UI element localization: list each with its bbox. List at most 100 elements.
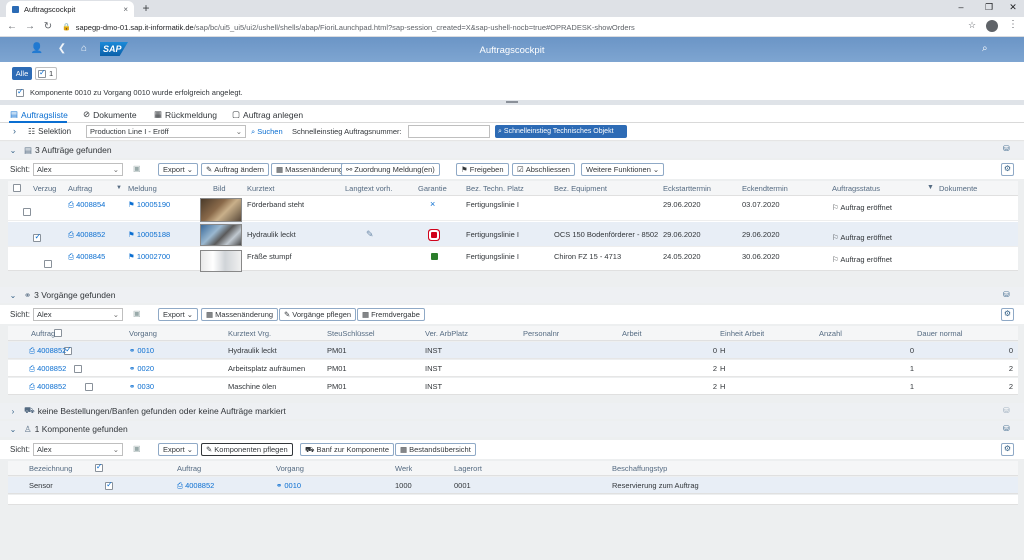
components-section-header[interactable]: ⌄ ♙ 1 Komponente gefunden: [0, 421, 1024, 437]
message-checkbox[interactable]: [16, 87, 24, 97]
table-settings-icon[interactable]: ⛁: [1003, 424, 1010, 433]
change-order-button[interactable]: ✎ Auftrag ändern: [201, 163, 269, 176]
operation-link[interactable]: ⚭ 0010: [276, 481, 301, 490]
col-meldung[interactable]: Meldung: [128, 184, 157, 193]
assign-notification-button[interactable]: ⚯ Zuordnung Meldung(en): [341, 163, 440, 176]
order-link[interactable]: ⎙ 4008852: [68, 230, 105, 240]
export-button[interactable]: Export ⌄: [158, 163, 198, 176]
tab-auftragsliste[interactable]: ▤ Auftragsliste: [10, 109, 68, 120]
hydraulic-thumbnail[interactable]: [200, 224, 242, 246]
select-all-checkbox[interactable]: [94, 462, 103, 472]
checked-filter-button[interactable]: 1: [35, 67, 57, 80]
save-view-icon[interactable]: ▣: [133, 164, 141, 173]
row-checkbox[interactable]: [74, 365, 83, 373]
collapse-chevron-icon[interactable]: ⌄: [6, 291, 20, 300]
operation-link[interactable]: ⚭ 0020: [129, 364, 154, 373]
collapse-chevron-icon[interactable]: ⌄: [6, 425, 20, 434]
col-auftrag[interactable]: Auftrag: [31, 329, 55, 338]
col-kurztext-vrg[interactable]: Kurztext Vrg.: [228, 329, 271, 338]
col-beschaffungstyp[interactable]: Beschaffungstyp: [612, 464, 667, 473]
mass-change-button[interactable]: ▦ Massenänderung: [201, 308, 279, 321]
bookmark-star-icon[interactable]: ☆: [968, 20, 976, 31]
mass-change-button[interactable]: ▦ Massenänderung: [271, 163, 349, 176]
selection-expand-icon[interactable]: ›: [13, 126, 16, 136]
gear-icon[interactable]: ⚙: [1001, 443, 1014, 456]
col-techn-platz[interactable]: Bez. Techn. Platz: [466, 184, 524, 193]
notification-link[interactable]: ⚑ 10005190: [128, 200, 170, 209]
subcontracting-button[interactable]: ▦ Fremdvergabe: [357, 308, 425, 321]
export-button[interactable]: Export ⌄: [158, 443, 198, 456]
row-checkbox[interactable]: [43, 260, 52, 268]
col-auftrag[interactable]: Auftrag: [68, 184, 92, 193]
col-vorgang[interactable]: Vorgang: [129, 329, 157, 338]
new-tab-button[interactable]: +: [140, 1, 152, 15]
row-checkbox[interactable]: [84, 383, 93, 391]
order-link[interactable]: ⎙ 4008852: [177, 481, 214, 491]
search-icon[interactable]: ⌕: [982, 43, 988, 54]
col-auftrag[interactable]: Auftrag: [177, 464, 201, 473]
col-bild[interactable]: Bild: [213, 184, 226, 193]
purchase-section-header[interactable]: › ⛟ keine Bestellungen/Banfen gefunden o…: [0, 403, 1024, 419]
operations-section-header[interactable]: ⌄ ⚭ 3 Vorgänge gefunden: [0, 287, 1024, 303]
col-dauer[interactable]: Dauer normal: [917, 329, 962, 338]
conveyor-thumbnail[interactable]: [200, 198, 242, 222]
notification-link[interactable]: ⚑ 10002700: [128, 252, 170, 261]
col-bezeichnung[interactable]: Bezeichnung: [29, 464, 72, 473]
export-button[interactable]: Export ⌄: [158, 308, 198, 321]
tab-dokumente[interactable]: ⊘ Dokumente: [83, 109, 137, 120]
col-steuschluessel[interactable]: SteuSchlüssel: [327, 329, 375, 338]
order-link[interactable]: ⎙ 4008852: [29, 346, 66, 356]
forward-arrow-icon[interactable]: →: [24, 21, 36, 32]
tab-auftrag-anlegen[interactable]: ▢ Auftrag anlegen: [232, 109, 303, 120]
col-lagerort[interactable]: Lagerort: [454, 464, 482, 473]
stock-overview-button[interactable]: ▦ Bestandsübersicht: [395, 443, 476, 456]
col-status[interactable]: Auftragsstatus: [832, 184, 880, 193]
col-verzug[interactable]: Verzug: [33, 184, 56, 193]
restore-window-button[interactable]: ❐: [982, 2, 996, 13]
order-link[interactable]: ⎙ 4008854: [68, 200, 105, 210]
col-werk[interactable]: Werk: [395, 464, 412, 473]
view-select[interactable]: Alex ⌄: [33, 308, 123, 321]
collapse-chevron-icon[interactable]: ⌄: [6, 146, 20, 155]
col-equipment[interactable]: Bez. Equipment: [554, 184, 607, 193]
notification-link[interactable]: ⚑ 10005188: [128, 230, 170, 239]
col-langtext[interactable]: Langtext vorh.: [345, 184, 393, 193]
col-dokumente[interactable]: Dokumente: [939, 184, 977, 193]
select-all-checkbox[interactable]: [13, 184, 21, 192]
table-row-selected[interactable]: [8, 477, 1018, 494]
purchase-req-button[interactable]: ⛟ Banf zur Komponente: [300, 443, 394, 456]
reload-icon[interactable]: ↻: [42, 21, 54, 32]
expand-chevron-icon[interactable]: ›: [6, 407, 20, 416]
maintain-components-button[interactable]: ✎ Komponenten pflegen: [201, 443, 293, 456]
save-view-icon[interactable]: ▣: [133, 444, 141, 453]
save-view-icon[interactable]: ▣: [133, 309, 141, 318]
view-select[interactable]: Alex ⌄: [33, 443, 123, 456]
operation-link[interactable]: ⚭ 0030: [129, 382, 154, 391]
view-select[interactable]: Alex ⌄: [33, 163, 123, 176]
tech-object-button[interactable]: ⌕ Schnelleinstieg Technisches Objekt: [495, 125, 627, 138]
quick-order-input[interactable]: [408, 125, 490, 138]
all-filter-button[interactable]: Alle: [12, 67, 32, 80]
col-arbeit[interactable]: Arbeit: [622, 329, 642, 338]
orders-section-header[interactable]: ⌄ ▤ 3 Aufträge gefunden: [0, 142, 1024, 158]
gear-icon[interactable]: ⚙: [1001, 308, 1014, 321]
row-checkbox[interactable]: [23, 208, 32, 216]
col-arbplatz[interactable]: Ver. ArbPlatz: [425, 329, 468, 338]
back-arrow-icon[interactable]: ←: [6, 21, 18, 32]
milling-machine-thumbnail[interactable]: [200, 250, 242, 272]
tab-rueckmeldung[interactable]: ▦ Rückmeldung: [154, 109, 217, 120]
col-personalnr[interactable]: Personalnr: [523, 329, 559, 338]
table-settings-icon[interactable]: ⛁: [1003, 290, 1010, 299]
long-text-icon[interactable]: ✎: [366, 229, 374, 240]
close-tab-icon[interactable]: ×: [123, 5, 128, 14]
complete-button[interactable]: ☑ Abschliessen: [512, 163, 575, 176]
table-settings-icon[interactable]: ⛁: [1003, 406, 1010, 415]
maintain-operations-button[interactable]: ✎ Vorgänge pflegen: [279, 308, 357, 321]
gear-icon[interactable]: ⚙: [1001, 163, 1014, 176]
table-settings-icon[interactable]: ⛁: [1003, 144, 1010, 153]
order-link[interactable]: ⎙ 4008852: [29, 382, 66, 392]
col-garantie[interactable]: Garantie: [418, 184, 447, 193]
col-anzahl[interactable]: Anzahl: [819, 329, 842, 338]
col-eckende[interactable]: Eckendtermin: [742, 184, 788, 193]
row-checkbox[interactable]: [105, 480, 114, 490]
